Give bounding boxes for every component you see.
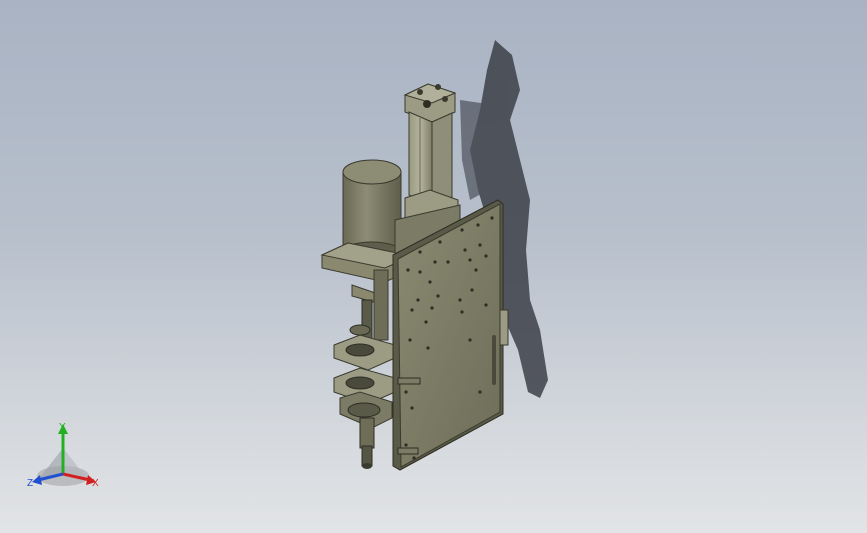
triad-z-label: Z [27,478,33,489]
pneumatic-cylinder[interactable] [403,83,459,229]
triad-y-label: Y [59,422,66,433]
cad-model-view[interactable] [0,0,867,533]
triad-x-label: X [92,478,99,489]
graphics-viewport[interactable]: Y X Z [0,0,867,533]
view-orientation-triad[interactable]: Y X Z [20,418,110,498]
